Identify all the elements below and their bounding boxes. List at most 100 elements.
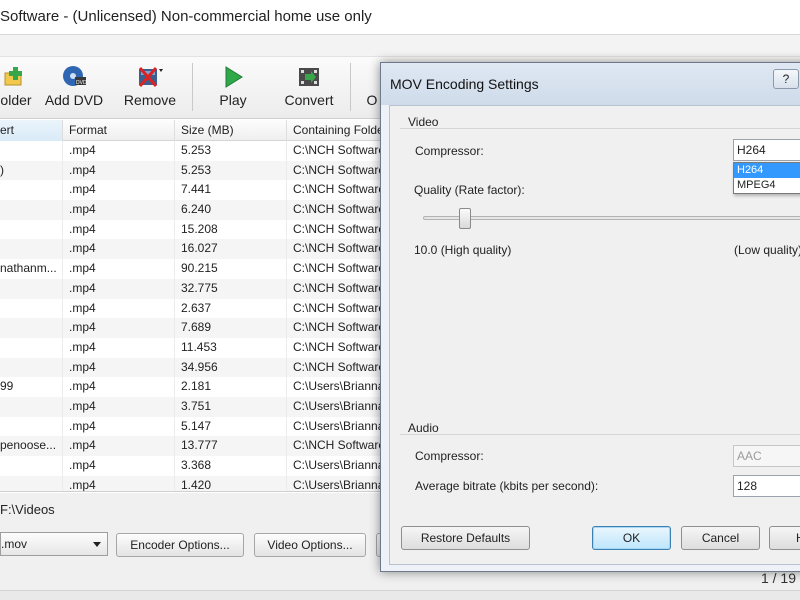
output-folder[interactable]: F:\Videos <box>0 500 390 520</box>
cell-folder: C:\Users\Brianna <box>293 458 385 472</box>
cell-name <box>0 396 63 417</box>
table-row[interactable]: .mp4 5.147 C:\Users\Brianna <box>0 416 390 437</box>
table-row[interactable]: .mp4 7.441 C:\NCH Software <box>0 180 390 201</box>
table-row[interactable]: .mp4 1.420 C:\Users\Brianna <box>0 475 390 492</box>
quality-low-label: (Low quality) <box>734 243 800 257</box>
bitrate-select[interactable]: 128 <box>733 475 800 497</box>
dropdown-option-mpeg4[interactable]: MPEG4 <box>734 178 800 193</box>
table-row[interactable]: .mp4 3.751 C:\Users\Brianna <box>0 396 390 417</box>
cell-format: .mp4 <box>63 259 175 279</box>
cell-format: .mp4 <box>63 200 175 220</box>
cell-name <box>0 318 63 338</box>
cell-name <box>0 200 63 220</box>
convert-button[interactable]: Convert <box>278 57 340 117</box>
output-format-select[interactable]: .mov <box>0 532 108 556</box>
table-body: .mp4 5.253 C:\NCH Software) .mp4 5.253 C:\NCH… <box>0 141 390 492</box>
add-folder-label: older <box>0 92 32 108</box>
cell-folder: C:\Users\Brianna <box>293 379 385 394</box>
help-button[interactable]: H <box>769 526 800 550</box>
cell-folder: C:\Users\Brianna <box>293 477 385 492</box>
table-row[interactable]: .mp4 7.689 C:\NCH Software <box>0 318 390 338</box>
table-row[interactable]: .mp4 34.956 C:\NCH Software <box>0 357 390 378</box>
convert-icon <box>299 68 319 86</box>
quality-slider-thumb[interactable] <box>458 208 471 229</box>
quality-slider-track[interactable] <box>423 216 800 220</box>
audio-compressor-select: AAC <box>733 445 800 467</box>
bitrate-label: Average bitrate (kbits per second): <box>415 479 599 493</box>
cell-size: 16.027 <box>175 239 287 260</box>
svg-text:DVD: DVD <box>76 80 87 86</box>
cell-format: .mp4 <box>63 239 175 260</box>
table-row[interactable]: .mp4 11.453 C:\NCH Software <box>0 337 390 358</box>
table-row[interactable]: nathanm... .mp4 90.215 C:\NCH Software <box>0 259 390 279</box>
horizontal-scrollbar[interactable] <box>0 590 800 600</box>
add-folder-button[interactable]: older <box>0 57 38 117</box>
cell-name: 99 <box>0 377 63 397</box>
video-options-button[interactable]: Video Options... <box>254 533 366 557</box>
cell-format: .mp4 <box>63 357 175 378</box>
cell-size: 3.751 <box>175 396 287 417</box>
ok-button[interactable]: OK <box>592 526 671 550</box>
cell-format: .mp4 <box>63 160 175 181</box>
table-row[interactable]: .mp4 32.775 C:\NCH Software <box>0 278 390 299</box>
remove-button[interactable]: Remove <box>118 57 182 117</box>
cell-format: .mp4 <box>63 219 175 240</box>
table-row[interactable]: 99 .mp4 2.181 C:\Users\Brianna <box>0 377 390 397</box>
dialog-title: MOV Encoding Settings <box>390 76 539 92</box>
table-row[interactable]: .mp4 2.637 C:\NCH Software <box>0 298 390 319</box>
table-row[interactable]: penoose... .mp4 13.777 C:\NCH Software <box>0 436 390 456</box>
column-header-format[interactable]: Format <box>63 120 175 141</box>
window-title: Software - (Unlicensed) Non-commercial h… <box>0 8 372 25</box>
cell-folder: C:\NCH Software <box>293 202 386 217</box>
encoder-options-button[interactable]: Encoder Options... <box>116 533 244 557</box>
table-row[interactable]: .mp4 15.208 C:\NCH Software <box>0 219 390 240</box>
cell-folder: C:\NCH Software <box>293 182 386 197</box>
add-dvd-button[interactable]: DVD Add DVD <box>42 57 106 117</box>
play-button[interactable]: Play <box>206 57 260 117</box>
convert-label: Convert <box>284 92 334 108</box>
table-row[interactable]: .mp4 5.253 C:\NCH Software <box>0 141 390 161</box>
options-button[interactable]: O <box>362 57 382 117</box>
cell-folder: C:\NCH Software <box>293 261 386 276</box>
column-header-size[interactable]: Size (MB) <box>175 120 287 141</box>
cancel-button[interactable]: Cancel <box>681 526 760 550</box>
cell-size: 1.420 <box>175 475 287 491</box>
cell-format: .mp4 <box>63 475 175 491</box>
cell-name <box>0 141 63 161</box>
column-header-convert[interactable]: ert <box>0 120 63 141</box>
cell-name: nathanm... <box>0 259 63 279</box>
toolbar-separator <box>192 63 193 111</box>
cell-size: 13.777 <box>175 436 287 456</box>
cell-name: ) <box>0 160 63 181</box>
cell-name <box>0 278 63 299</box>
chevron-down-icon <box>93 542 101 547</box>
table-row[interactable]: .mp4 16.027 C:\NCH Software <box>0 239 390 260</box>
cell-name <box>0 456 63 476</box>
cell-format: .mp4 <box>63 318 175 338</box>
table-row[interactable]: .mp4 3.368 C:\Users\Brianna <box>0 456 390 476</box>
restore-defaults-button[interactable]: Restore Defaults <box>401 526 530 550</box>
cell-name <box>0 180 63 201</box>
table-row[interactable]: .mp4 6.240 C:\NCH Software <box>0 200 390 220</box>
page-indicator: 1 / 19 <box>760 570 796 586</box>
cell-size: 6.240 <box>175 200 287 220</box>
cell-name: penoose... <box>0 436 63 456</box>
add-folder-icon <box>4 67 22 86</box>
file-table: ert Format Size (MB) Containing Folde .m… <box>0 120 390 492</box>
cell-name <box>0 337 63 358</box>
table-row[interactable]: ) .mp4 5.253 C:\NCH Software <box>0 160 390 181</box>
help-icon[interactable]: ? <box>773 69 799 89</box>
bitrate-value: 128 <box>737 479 758 493</box>
quality-label: Quality (Rate factor): <box>414 183 525 197</box>
cell-format: .mp4 <box>63 377 175 397</box>
dropdown-option-h264[interactable]: H264 <box>734 163 800 178</box>
cell-format: .mp4 <box>63 337 175 358</box>
cell-folder: C:\Users\Brianna <box>293 398 385 413</box>
audio-group-label: Audio <box>408 421 439 435</box>
video-compressor-select[interactable]: H264 <box>733 139 800 161</box>
quality-value-label: 10.0 (High quality) <box>414 243 512 257</box>
cell-format: .mp4 <box>63 278 175 299</box>
play-icon <box>225 66 243 88</box>
column-header-folder[interactable]: Containing Folde <box>287 120 390 141</box>
cell-format: .mp4 <box>63 298 175 319</box>
